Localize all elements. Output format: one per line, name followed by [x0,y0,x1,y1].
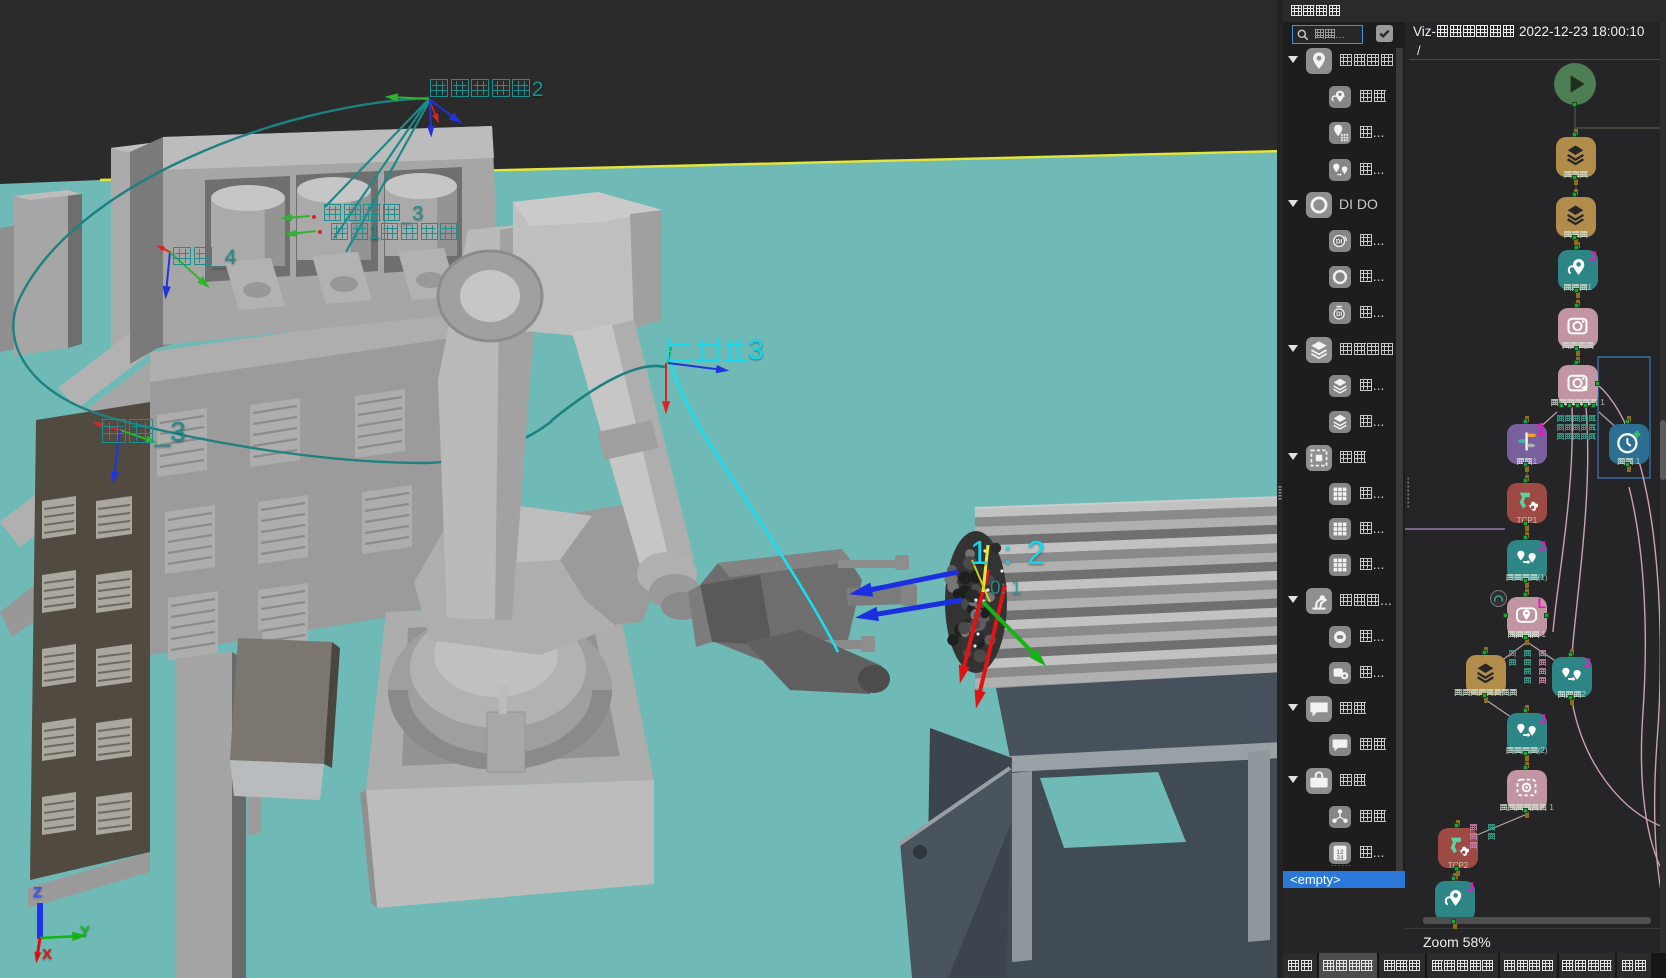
svg-text:DI: DI [1336,238,1343,245]
svg-text:DI: DI [1336,312,1342,318]
